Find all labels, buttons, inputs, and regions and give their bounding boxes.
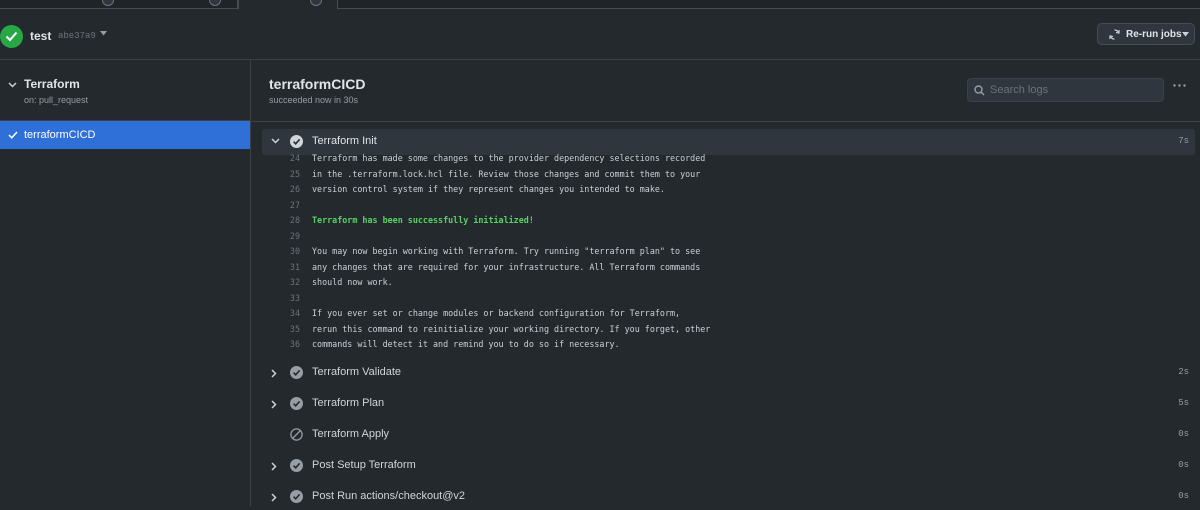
check-circle-fill-icon xyxy=(290,397,303,410)
log-line: 33 xyxy=(262,291,1195,307)
rerun-jobs-button[interactable]: Re-run jobs xyxy=(1097,23,1195,45)
step-duration: 7s xyxy=(1178,136,1189,146)
log-line: 26 version control system if they represe… xyxy=(262,182,1195,198)
log-line-text: any changes that are required for your i… xyxy=(312,261,701,272)
log-line: 34 If you ever set or change modules or b… xyxy=(262,306,1195,322)
log-line-number[interactable]: 26 xyxy=(262,182,300,198)
chevron-right-icon[interactable] xyxy=(271,400,277,409)
log-line-number[interactable]: 36 xyxy=(262,337,300,352)
check-circle-fill-icon xyxy=(290,459,303,472)
log-line-text: You may now begin working with Terraform… xyxy=(312,246,701,256)
rerun-jobs-label: Re-run jobs xyxy=(1126,29,1182,40)
step-post-setup-terraform[interactable]: Post Setup Terraform 0s xyxy=(262,453,1195,479)
log-line-number[interactable]: 30 xyxy=(262,244,300,260)
log-line-number[interactable]: 27 xyxy=(262,198,300,214)
step-duration: 5s xyxy=(1178,398,1189,408)
job-title: terraformCICD xyxy=(269,76,366,92)
triangle-down-icon xyxy=(1182,32,1189,37)
log-line-text: If you ever set or change modules or bac… xyxy=(312,308,681,318)
commit-sha[interactable]: abe37a9 xyxy=(58,31,96,41)
log-line: 24 Terraform has made some changes to the… xyxy=(262,154,1195,167)
step-name: Post Run actions/checkout@v2 xyxy=(312,490,466,502)
tab-summary[interactable] xyxy=(0,0,238,8)
skip-icon xyxy=(290,428,303,441)
step-duration: 0s xyxy=(1178,429,1189,439)
log-line-number[interactable]: 35 xyxy=(262,322,300,338)
step-duration: 2s xyxy=(1178,367,1189,377)
log-line-number[interactable]: 32 xyxy=(262,275,300,291)
log-line: 31 any changes that are required for your… xyxy=(262,260,1195,276)
chevron-down-icon[interactable] xyxy=(271,138,280,144)
log-line-text: Terraform has been successfully initiali… xyxy=(312,215,534,225)
step-name: Terraform Init xyxy=(312,135,377,147)
chevron-right-icon[interactable] xyxy=(271,493,277,502)
log-line: 36 commands will detect it and remind you… xyxy=(262,337,1195,352)
tab-strip xyxy=(0,0,1200,9)
step-post-run-checkout[interactable]: Post Run actions/checkout@v2 0s xyxy=(262,484,1195,510)
log-line-text: commands will detect it and remind you t… xyxy=(312,339,620,349)
workflow-header[interactable]: Terraform on: pull_request xyxy=(0,60,250,121)
workflow-sidebar: Terraform on: pull_request terraformCICD xyxy=(0,60,251,506)
log-line-text: version control system if they represent… xyxy=(312,184,665,194)
step-terraform-apply[interactable]: Terraform Apply 0s xyxy=(262,422,1195,448)
log-line: 28 Terraform has been successfully initia… xyxy=(262,213,1195,229)
sidebar-job-terraformcicd[interactable]: terraformCICD xyxy=(0,121,250,149)
log-line-number[interactable]: 24 xyxy=(262,154,300,167)
step-terraform-plan[interactable]: Terraform Plan 5s xyxy=(262,391,1195,417)
search-icon xyxy=(974,85,985,96)
log-line: 29 xyxy=(262,229,1195,245)
log-line: 25 in the .terraform.lock.hcl file. Revie… xyxy=(262,167,1195,183)
run-title[interactable]: test xyxy=(30,29,51,43)
kebab-horizontal-icon[interactable] xyxy=(1173,84,1186,87)
log-line: 30 You may now begin working with Terrafo… xyxy=(262,244,1195,260)
check-circle-fill-icon xyxy=(290,135,303,148)
step-duration: 0s xyxy=(1178,491,1189,501)
chevron-down-icon[interactable] xyxy=(8,82,17,88)
chevron-right-icon[interactable] xyxy=(271,462,277,471)
step-terraform-validate[interactable]: Terraform Validate 2s xyxy=(262,360,1195,386)
check-circle-icon xyxy=(0,25,23,48)
step-name: Terraform Plan xyxy=(312,397,385,409)
log-line-text: in the .terraform.lock.hcl file. Review … xyxy=(312,168,701,179)
log-line-number[interactable]: 31 xyxy=(262,260,300,276)
log-line: 35 rerun this command to reinitialize you… xyxy=(262,322,1195,338)
check-icon xyxy=(8,131,18,139)
sync-icon xyxy=(1109,29,1120,40)
step-name: Post Setup Terraform xyxy=(312,459,416,471)
log-line-text: rerun this command to reinitialize your … xyxy=(312,323,711,334)
check-circle-fill-icon xyxy=(290,366,303,379)
log-line-number[interactable]: 33 xyxy=(262,291,300,307)
workflow-name: Terraform xyxy=(24,77,80,91)
log-line-number[interactable]: 34 xyxy=(262,306,300,322)
step-duration: 0s xyxy=(1178,460,1189,470)
log-line-text: Terraform has made some changes to the p… xyxy=(312,154,706,163)
step-name: Terraform Validate xyxy=(312,366,402,378)
job-status-text: succeeded now in 30s xyxy=(269,95,359,105)
log-line-number[interactable]: 28 xyxy=(262,213,300,229)
search-logs-field[interactable] xyxy=(967,78,1164,102)
triangle-down-icon[interactable] xyxy=(100,31,107,36)
run-header: test abe37a9 Re-run jobs xyxy=(0,9,1200,60)
workflow-trigger: on: pull_request xyxy=(24,95,89,105)
search-logs-input[interactable] xyxy=(990,82,1155,98)
job-log-panel: terraformCICD succeeded now in 30s Terra… xyxy=(251,60,1200,506)
tab-jobs[interactable] xyxy=(238,0,338,9)
step-name: Terraform Apply xyxy=(312,428,390,440)
log-lines: 24 Terraform has made some changes to the… xyxy=(262,154,1195,352)
sidebar-job-label: terraformCICD xyxy=(24,129,96,141)
log-line: 32 should now work. xyxy=(262,275,1195,291)
log-line-number[interactable]: 25 xyxy=(262,167,300,183)
step-log: 24 Terraform has made some changes to the… xyxy=(262,154,1195,352)
log-line-number[interactable]: 29 xyxy=(262,229,300,245)
chevron-right-icon[interactable] xyxy=(271,369,277,378)
log-line: 27 xyxy=(262,198,1195,214)
step-terraform-init[interactable]: Terraform Init 7s xyxy=(262,129,1195,155)
log-line-text: should now work. xyxy=(312,277,393,287)
check-circle-fill-icon xyxy=(290,490,303,503)
divider xyxy=(251,121,1200,122)
